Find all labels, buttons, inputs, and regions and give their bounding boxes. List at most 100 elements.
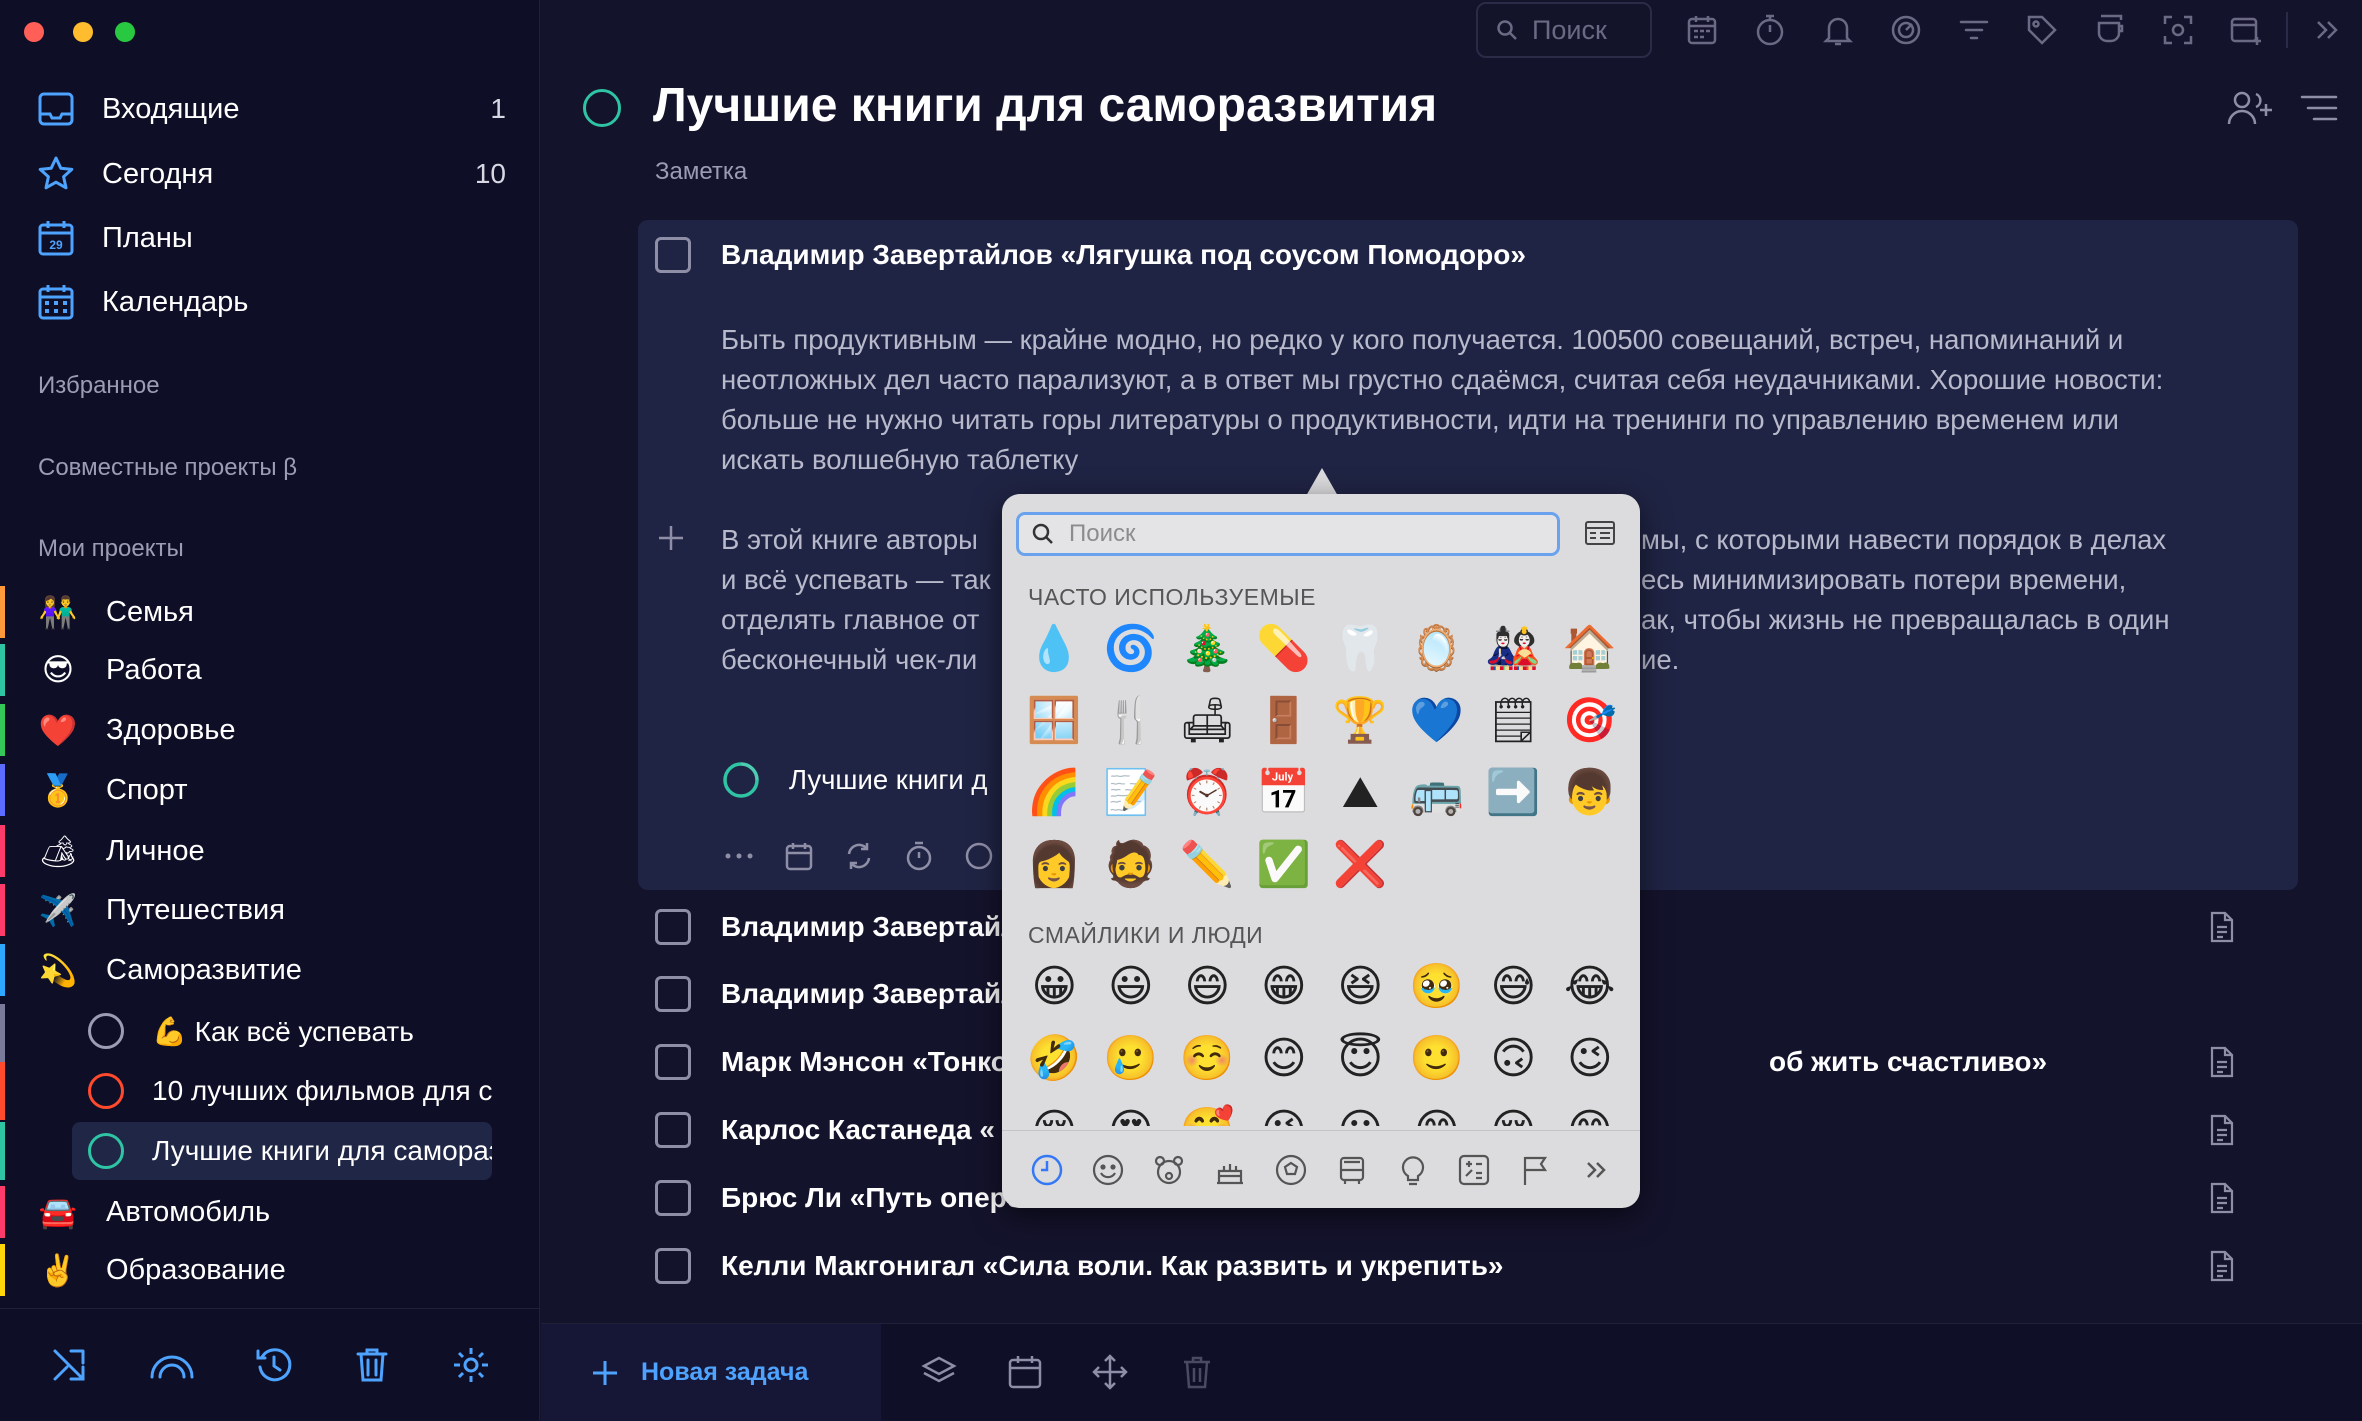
nav-calendar[interactable]: Календарь	[36, 277, 506, 327]
collapse-icon[interactable]	[2311, 13, 2345, 47]
emoji-cell[interactable]: 🙃	[1475, 1022, 1552, 1094]
emoji-cell[interactable]: 🗒	[1475, 684, 1552, 756]
sort-menu-icon[interactable]	[2300, 92, 2338, 124]
trash-icon[interactable]	[352, 1345, 392, 1385]
smiley-icon[interactable]	[1090, 1152, 1126, 1188]
emoji-cell[interactable]: 🏠	[1552, 612, 1629, 684]
page-title[interactable]: Лучшие книги для саморазвития	[653, 78, 1437, 133]
bulb-icon[interactable]	[1395, 1152, 1431, 1188]
chevron-right-icon[interactable]	[1578, 1152, 1614, 1188]
task-title[interactable]: Владимир Завертайл	[721, 978, 1019, 1010]
subproject-top-films[interactable]: 10 лучших фильмов для саморазвития	[72, 1062, 492, 1120]
add-list-icon[interactable]	[2229, 13, 2263, 47]
shared-projects-section[interactable]: Совместные проекты β	[38, 454, 297, 482]
task-description-2-left[interactable]: В этой книге авторы и всё успевать — так…	[721, 520, 1001, 680]
emoji-cell[interactable]: 😀	[1016, 950, 1093, 1022]
task-description-2-right[interactable]: мы, с которыми навести порядок в делах е…	[1641, 520, 2201, 680]
calendar-icon[interactable]	[1685, 13, 1719, 47]
task-checkbox[interactable]	[655, 237, 691, 273]
emoji-cell[interactable]: 😘	[1246, 1094, 1323, 1127]
emoji-cell[interactable]: 📝	[1093, 756, 1170, 828]
settings-icon[interactable]	[451, 1345, 491, 1385]
calendar-icon[interactable]	[1007, 1354, 1043, 1390]
emoji-cell[interactable]: 😅	[1475, 950, 1552, 1022]
ball-icon[interactable]	[1273, 1152, 1309, 1188]
task-checkbox[interactable]	[655, 976, 691, 1012]
emoji-cell[interactable]: 🪟	[1016, 684, 1093, 756]
subproject-best-books-selected[interactable]: Лучшие книги для саморазвития	[72, 1122, 492, 1180]
arc-icon[interactable]	[148, 1345, 196, 1385]
task-title[interactable]: Карлос Кастанеда «	[721, 1114, 995, 1146]
emoji-cell[interactable]: 🥹	[1399, 950, 1476, 1022]
project-car[interactable]: 🚘 Автомобиль	[36, 1186, 506, 1238]
flag-icon[interactable]	[1517, 1152, 1553, 1188]
minimize-window-button[interactable]	[73, 22, 93, 42]
timer-icon[interactable]	[903, 840, 935, 872]
task-title[interactable]: Владимир Завертайл	[721, 911, 1019, 943]
project-family[interactable]: 👫 Семья	[36, 586, 506, 638]
share-user-icon[interactable]	[2226, 88, 2274, 128]
emoji-cell[interactable]: 😃	[1093, 950, 1170, 1022]
habits-icon[interactable]	[2093, 13, 2127, 47]
search-input[interactable]: Поиск	[1476, 2, 1652, 58]
emoji-cell[interactable]: 💙	[1399, 684, 1476, 756]
project-travel[interactable]: ✈️ Путешествия	[36, 884, 506, 936]
favorites-section[interactable]: Избранное	[38, 372, 160, 400]
task-title[interactable]: Келли Макгонигал «Сила воли. Как развить…	[721, 1250, 1504, 1282]
emoji-cell[interactable]: 😊	[1246, 1022, 1323, 1094]
emoji-cell[interactable]: 😄	[1169, 950, 1246, 1022]
layers-icon[interactable]	[921, 1354, 957, 1390]
task-title[interactable]: Марк Мэнсон «Тонко	[721, 1046, 1008, 1078]
food-icon[interactable]	[1212, 1152, 1248, 1188]
emoji-cell[interactable]: 😁	[1246, 950, 1323, 1022]
emoji-cell[interactable]: 😚	[1475, 1094, 1552, 1127]
project-self-development[interactable]: 💫 Саморазвитие	[36, 944, 506, 996]
project-status-ring-icon[interactable]	[583, 89, 621, 127]
task-title[interactable]: Брюс Ли «Путь опере	[721, 1182, 1022, 1214]
emoji-cell[interactable]: ❌	[1322, 828, 1399, 900]
emoji-cell[interactable]: 😇	[1322, 1022, 1399, 1094]
emoji-cell[interactable]: 🥰	[1169, 1094, 1246, 1126]
repeat-icon[interactable]	[843, 840, 875, 872]
emoji-cell[interactable]: 🚪	[1246, 684, 1323, 756]
emoji-cell[interactable]: ➡️	[1475, 756, 1552, 828]
task-checkbox[interactable]	[655, 909, 691, 945]
emoji-cell[interactable]: 🎄	[1169, 612, 1246, 684]
emoji-cell[interactable]: 🏆	[1322, 684, 1399, 756]
emoji-cell[interactable]: 📅	[1246, 756, 1323, 828]
emoji-cell[interactable]: 🌀	[1093, 612, 1170, 684]
date-icon[interactable]	[783, 840, 815, 872]
symbols-icon[interactable]	[1456, 1152, 1492, 1188]
bell-icon[interactable]	[1821, 13, 1855, 47]
task-checkbox[interactable]	[655, 1044, 691, 1080]
emoji-cell[interactable]: 🎯	[1552, 684, 1629, 756]
emoji-cell[interactable]: 🥲	[1093, 1022, 1170, 1094]
more-icon[interactable]	[723, 840, 755, 872]
emoji-cell[interactable]: ☺️	[1169, 1022, 1246, 1094]
emoji-cell[interactable]: 💊	[1246, 612, 1323, 684]
nav-inbox[interactable]: Входящие 1	[36, 84, 506, 134]
move-icon[interactable]	[1092, 1354, 1128, 1390]
emoji-cell[interactable]: 🙂	[1399, 1022, 1476, 1094]
project-personal[interactable]: 🏕 Личное	[36, 825, 506, 877]
emoji-cell[interactable]: 😙	[1399, 1094, 1476, 1127]
emoji-cell[interactable]: 💧	[1016, 612, 1093, 684]
task-row-active[interactable]: Владимир Завертайлов «Лягушка под соусом…	[655, 225, 2305, 285]
task-title-continued[interactable]: об жить счастливо»	[1769, 1046, 2047, 1078]
pomodoro-icon[interactable]	[1889, 13, 1923, 47]
emoji-cell[interactable]: 😉	[1552, 1022, 1629, 1094]
task-title[interactable]: Владимир Завертайлов «Лягушка под соусом…	[721, 239, 1526, 271]
emoji-cell[interactable]: 🎎	[1475, 612, 1552, 684]
emoji-cell[interactable]: 🌈	[1016, 756, 1093, 828]
emoji-cell[interactable]: ✅	[1246, 828, 1323, 900]
emoji-cell[interactable]: 🦷	[1322, 612, 1399, 684]
building-icon[interactable]	[1334, 1152, 1370, 1188]
emoji-cell[interactable]: 🪞	[1399, 612, 1476, 684]
info-icon[interactable]	[963, 840, 995, 872]
emoji-cell[interactable]: ✏️	[1169, 828, 1246, 900]
character-viewer-icon[interactable]	[1584, 520, 1616, 546]
focus-icon[interactable]	[2161, 13, 2195, 47]
project-education[interactable]: ✌️ Образование	[36, 1244, 506, 1296]
subproject-how-to-manage[interactable]: 💪 Как всё успевать	[72, 1002, 492, 1060]
project-sport[interactable]: 🥇 Спорт	[36, 764, 506, 816]
